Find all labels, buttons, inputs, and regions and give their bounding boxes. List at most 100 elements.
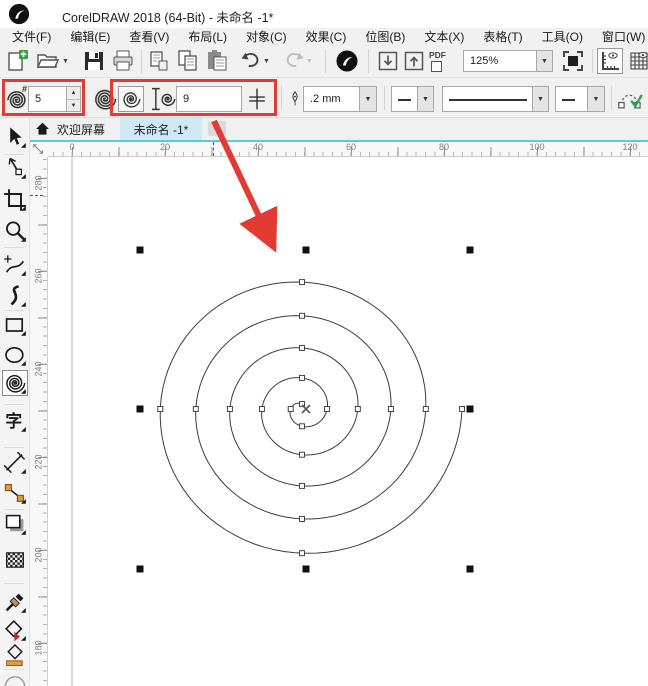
selection-handle[interactable] xyxy=(303,566,310,573)
zoom-tool[interactable] xyxy=(3,219,27,243)
start-arrowhead-combo[interactable] xyxy=(391,86,418,112)
transparency-tool[interactable] xyxy=(3,548,27,572)
curve-node[interactable] xyxy=(300,516,305,521)
connector-tool[interactable] xyxy=(3,481,27,505)
object-center-mark[interactable] xyxy=(302,405,310,413)
menu-item[interactable]: 窗口(W) xyxy=(602,28,645,45)
outline-width-dropdown[interactable]: ▼ xyxy=(359,86,377,112)
artistic-media-tool[interactable] xyxy=(3,284,27,308)
show-rulers-button[interactable] xyxy=(598,49,622,73)
undo-dropdown-caret[interactable]: ▼ xyxy=(263,58,270,65)
curve-node[interactable] xyxy=(300,424,305,429)
publish-pdf-button[interactable]: PDF xyxy=(429,49,455,73)
selection-handle[interactable] xyxy=(467,566,474,573)
line-style-combo[interactable] xyxy=(442,86,533,112)
menu-item[interactable]: 文件(F) xyxy=(12,28,51,45)
vertical-ruler[interactable]: 280260240220200180 xyxy=(30,157,48,686)
curve-node[interactable] xyxy=(259,407,264,412)
show-grid-button[interactable] xyxy=(627,49,648,73)
menu-item[interactable]: 布局(L) xyxy=(188,28,227,45)
ellipse-tool[interactable] xyxy=(3,343,27,367)
home-icon[interactable] xyxy=(34,121,51,137)
selection-handle[interactable] xyxy=(303,247,310,254)
freehand-tool[interactable] xyxy=(3,253,27,277)
spiral-revolutions-spinner[interactable]: ▲▼ xyxy=(66,86,81,112)
cut-button[interactable] xyxy=(147,49,171,73)
print-button[interactable] xyxy=(111,49,135,73)
selection-handle[interactable] xyxy=(467,406,474,413)
drop-shadow-tool[interactable] xyxy=(3,512,27,536)
curve-node[interactable] xyxy=(325,407,330,412)
spiral-object[interactable] xyxy=(160,282,462,553)
spiral-revolutions-input[interactable]: 5 xyxy=(28,86,67,112)
open-dropdown-caret[interactable]: ▼ xyxy=(62,58,69,65)
shape-tool[interactable] xyxy=(3,156,27,180)
drawing-canvas[interactable] xyxy=(48,157,648,686)
curve-node[interactable] xyxy=(193,407,198,412)
import-button[interactable] xyxy=(376,49,400,73)
paste-button[interactable] xyxy=(205,49,229,73)
tab-document[interactable]: 未命名 -1* xyxy=(120,118,202,140)
dimension-tool[interactable] xyxy=(3,451,27,475)
undo-button[interactable] xyxy=(239,49,263,73)
spiral-expansion-slider-icon[interactable] xyxy=(244,86,270,112)
eyedropper-tool[interactable] xyxy=(3,590,27,614)
curve-node[interactable] xyxy=(300,345,305,350)
zoom-level-combo[interactable]: 125% xyxy=(463,50,537,72)
menu-item[interactable]: 对象(C) xyxy=(246,28,287,45)
curve-node[interactable] xyxy=(300,313,305,318)
curve-node[interactable] xyxy=(300,483,305,488)
menu-item[interactable]: 位图(B) xyxy=(365,28,405,45)
zoom-level-dropdown[interactable]: ▼ xyxy=(536,50,553,72)
end-arrowhead-dropdown[interactable]: ▼ xyxy=(587,86,605,112)
new-tab-button[interactable]: + xyxy=(208,121,226,136)
menu-item[interactable]: 工具(O) xyxy=(542,28,583,45)
ruler-origin[interactable] xyxy=(30,142,48,157)
smart-fill-tool[interactable] xyxy=(3,644,27,668)
curve-node[interactable] xyxy=(300,452,305,457)
tab-welcome-screen[interactable]: 欢迎屏幕 xyxy=(57,118,105,140)
curve-node[interactable] xyxy=(288,407,293,412)
selection-handle[interactable] xyxy=(137,406,144,413)
curve-node[interactable] xyxy=(388,407,393,412)
menu-item[interactable]: 查看(V) xyxy=(129,28,169,45)
selection-handle[interactable] xyxy=(137,247,144,254)
export-button[interactable] xyxy=(402,49,426,73)
new-document-button[interactable] xyxy=(5,49,29,73)
redo-dropdown-caret[interactable]: ▼ xyxy=(306,58,313,65)
copy-button[interactable] xyxy=(176,49,200,73)
save-button[interactable] xyxy=(82,49,106,73)
curve-node[interactable] xyxy=(300,375,305,380)
outline-width-combo[interactable]: .2 mm xyxy=(303,86,360,112)
outline-pen-tool[interactable] xyxy=(3,672,27,686)
horizontal-ruler[interactable]: 020406080100120 xyxy=(48,142,648,157)
curve-node[interactable] xyxy=(355,407,360,412)
full-screen-preview-button[interactable] xyxy=(561,49,585,73)
crop-tool[interactable] xyxy=(3,188,27,212)
open-button[interactable] xyxy=(36,49,60,73)
curve-node[interactable] xyxy=(158,407,163,412)
redo-button[interactable] xyxy=(282,49,306,73)
menu-item[interactable]: 编辑(E) xyxy=(70,28,110,45)
launch-button[interactable] xyxy=(335,49,359,73)
curve-node[interactable] xyxy=(300,280,305,285)
curve-node[interactable] xyxy=(460,407,465,412)
line-style-dropdown[interactable]: ▼ xyxy=(532,86,549,112)
close-curve-button[interactable] xyxy=(617,86,643,112)
curve-node[interactable] xyxy=(300,551,305,556)
curve-node[interactable] xyxy=(227,407,232,412)
menu-item[interactable]: 文本(X) xyxy=(424,28,464,45)
end-arrowhead-combo[interactable] xyxy=(555,86,588,112)
interactive-fill-tool[interactable] xyxy=(3,618,27,642)
selection-handle[interactable] xyxy=(467,247,474,254)
curve-node[interactable] xyxy=(423,407,428,412)
spiral-tool[interactable] xyxy=(3,371,27,395)
selection-handle[interactable] xyxy=(137,566,144,573)
menu-item[interactable]: 表格(T) xyxy=(483,28,522,45)
start-arrowhead-dropdown[interactable]: ▼ xyxy=(417,86,434,112)
rectangle-tool[interactable] xyxy=(3,313,27,337)
spiral-expansion-input[interactable]: 9 xyxy=(176,86,242,112)
logarithmic-spiral-button[interactable] xyxy=(118,86,144,112)
menu-item[interactable]: 效果(C) xyxy=(306,28,347,45)
pick-tool[interactable] xyxy=(3,125,27,149)
